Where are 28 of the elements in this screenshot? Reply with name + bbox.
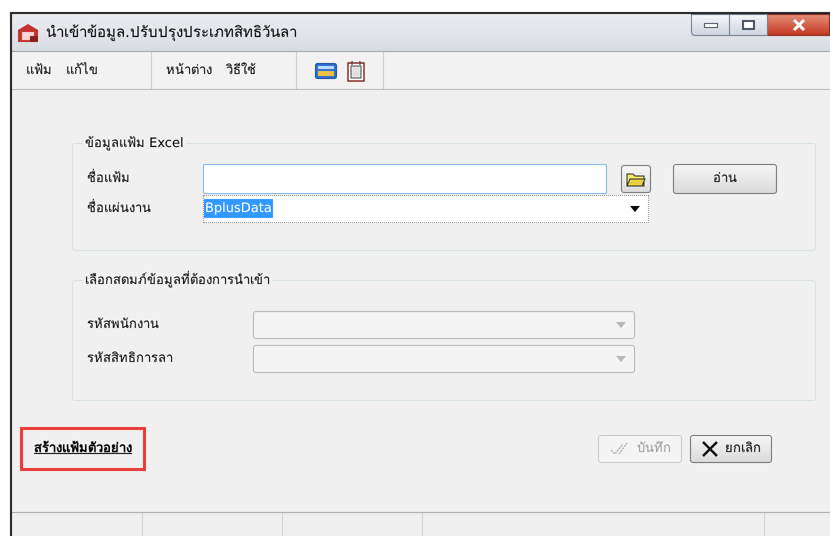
- field-label: รหัสพนักงาน: [87, 316, 160, 334]
- close-icon: [792, 19, 806, 31]
- dropdown-arrow-icon: [616, 322, 626, 328]
- read-button[interactable]: อ่าน: [673, 164, 777, 194]
- maximize-button[interactable]: [730, 14, 768, 36]
- sample-file-link[interactable]: สร้างแฟ้มตัวอย่าง: [34, 441, 132, 456]
- field-label: ชื่อแผ่นงาน: [87, 198, 152, 218]
- window-title: นำเข้าข้อมูล.ปรับปรุงประเภทสิทธิวันลา: [46, 22, 297, 44]
- menu-item[interactable]: หน้าต่าง: [166, 60, 212, 80]
- field-label: รหัสสิทธิการลา: [87, 350, 174, 368]
- close-button[interactable]: [768, 14, 830, 36]
- minimize-button[interactable]: [691, 14, 730, 36]
- menu-item[interactable]: แฟ้ม: [26, 60, 52, 80]
- browse-button[interactable]: [621, 164, 651, 192]
- field-label: ชื่อแฟ้ม: [87, 168, 131, 188]
- menu-item[interactable]: วิธีใช้: [226, 60, 256, 80]
- calendar-icon[interactable]: [347, 60, 365, 82]
- dropdown-arrow-icon: [630, 206, 640, 212]
- cancel-button[interactable]: ยกเลิก: [690, 434, 772, 463]
- menu-item[interactable]: แก้ไข: [66, 60, 98, 80]
- close-icon: [701, 440, 719, 457]
- folder-icon: [626, 170, 646, 186]
- group-title: เลือกสดมภ์ข้อมูลที่ต้องการนำเข้า: [83, 271, 272, 290]
- calculator-icon[interactable]: [315, 62, 337, 78]
- dropdown-arrow-icon: [616, 356, 626, 362]
- file-name-field[interactable]: [203, 164, 607, 194]
- group-title: ข้อมูลแฟ้ม Excel: [84, 135, 185, 153]
- app-icon: [16, 22, 40, 44]
